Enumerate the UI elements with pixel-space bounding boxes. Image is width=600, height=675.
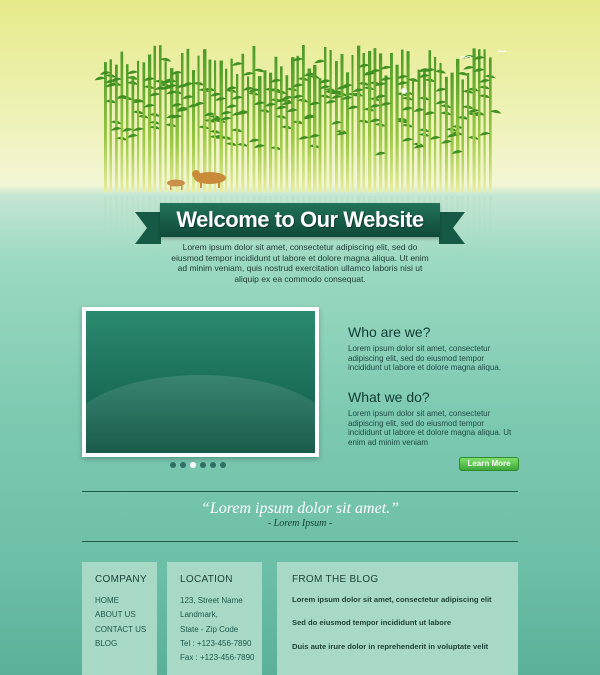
- address-fax: Fax : +123-456-7890: [180, 653, 255, 663]
- address-street: 123, Street Name: [180, 596, 243, 605]
- slider-dot[interactable]: [190, 462, 196, 468]
- welcome-ribbon: Welcome to Our Website: [135, 203, 465, 247]
- what-section: What we do? Lorem ipsum dolor sit amet, …: [348, 389, 518, 447]
- footer-link-contact[interactable]: CONTACT US: [95, 623, 146, 637]
- ribbon-right-tail: [439, 212, 465, 244]
- address-state-zip: State - Zip Code: [180, 624, 239, 634]
- learn-more-button[interactable]: Learn More: [459, 457, 519, 471]
- company-links: HOME ABOUT US CONTACT US BLOG: [95, 594, 146, 651]
- quote-author: - Lorem Ipsum -: [267, 518, 333, 529]
- company-heading: COMPANY: [95, 574, 147, 585]
- who-heading: Who are we?: [348, 324, 431, 340]
- slider-dot[interactable]: [170, 462, 176, 468]
- quote-text: “Lorem ipsum dolor sit amet.”: [200, 500, 400, 517]
- location-box: LOCATION 123, Street Name Landmark, Stat…: [167, 562, 262, 675]
- page-title: Welcome to Our Website: [176, 207, 424, 232]
- slider-dot[interactable]: [210, 462, 216, 468]
- slide-image: [86, 311, 315, 453]
- address-landmark: Landmark,: [180, 610, 218, 620]
- who-text: Lorem ipsum dolor sit amet, consectetur …: [348, 344, 501, 373]
- intro-text: Lorem ipsum dolor sit amet, consectetur …: [171, 242, 429, 284]
- blog-box: FROM THE BLOG Lorem ipsum dolor sit amet…: [277, 562, 518, 675]
- slide-gloss: [86, 375, 315, 453]
- blog-post-link[interactable]: Sed do eiusmod tempor incididunt ut labo…: [292, 618, 522, 627]
- image-slider[interactable]: [82, 307, 319, 457]
- footer-link-about[interactable]: ABOUT US: [95, 608, 146, 622]
- location-heading: LOCATION: [180, 574, 233, 585]
- what-text: Lorem ipsum dolor sit amet, consectetur …: [348, 409, 512, 447]
- who-section: Who are we? Lorem ipsum dolor sit amet, …: [348, 324, 518, 373]
- blog-heading: FROM THE BLOG: [292, 574, 379, 585]
- divider-top: [82, 491, 518, 492]
- slider-dot[interactable]: [180, 462, 186, 468]
- divider-bottom: [82, 541, 518, 542]
- slider-pagination: [170, 462, 234, 470]
- what-heading: What we do?: [348, 389, 430, 405]
- slider-dot[interactable]: [200, 462, 206, 468]
- location-lines: 123, Street Name Landmark, State - Zip C…: [180, 594, 255, 665]
- company-box: COMPANY HOME ABOUT US CONTACT US BLOG: [82, 562, 157, 675]
- blog-post-link[interactable]: Duis aute irure dolor in reprehenderit i…: [292, 642, 522, 651]
- ribbon-left-tail: [135, 212, 161, 244]
- blog-post-link[interactable]: Lorem ipsum dolor sit amet, consectetur …: [292, 595, 522, 604]
- slider-dot[interactable]: [220, 462, 226, 468]
- footer-link-home[interactable]: HOME: [95, 594, 146, 608]
- address-tel: Tel : +123-456-7890: [180, 638, 252, 648]
- footer-link-blog[interactable]: BLOG: [95, 637, 146, 651]
